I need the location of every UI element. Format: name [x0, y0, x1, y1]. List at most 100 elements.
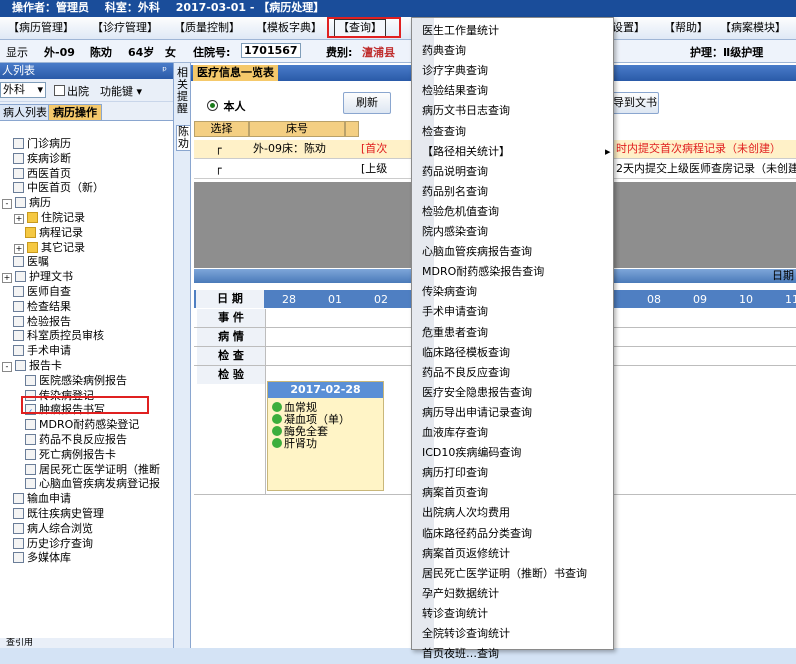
row-checkbox[interactable]: ┌	[215, 140, 222, 159]
tab-related-reminder[interactable]: 相关提醒	[176, 67, 189, 115]
tree-item[interactable]: + 其它记录	[14, 241, 85, 255]
menu-item-query[interactable]: 病历导出申请记录查询	[422, 403, 532, 423]
tree-item[interactable]: - 病历	[2, 196, 51, 210]
menu-item-query[interactable]: 药品别名查询	[422, 182, 488, 202]
tree-item[interactable]: 病人综合浏览	[2, 522, 93, 536]
menu-item-query[interactable]: 病案首页查询	[422, 483, 488, 503]
document-icon	[13, 152, 24, 164]
menu-item-label: 药典查询	[422, 44, 466, 58]
expand-icon[interactable]: +	[14, 243, 24, 254]
submenu-arrow-icon: ▸	[605, 144, 611, 158]
menu-item-query[interactable]: 出院病人次均费用	[422, 503, 510, 523]
tree-item[interactable]: 疾病诊断	[2, 152, 71, 166]
tree-item[interactable]: 输血申请	[2, 492, 71, 506]
menu-case-module[interactable]: 【病案模块】	[720, 20, 786, 36]
collapse-icon[interactable]: -	[2, 199, 12, 210]
column-divider	[265, 309, 266, 494]
left-panel: 人列表 ᵖ 外科 ▾ 出院 功能键 ▾ 病人列表 病历操作 门诊病历 疾病诊断 西医首…	[0, 63, 174, 648]
tree-item[interactable]: 历史诊疗查询	[2, 537, 93, 551]
menu-item-query[interactable]: 病历打印查询	[422, 463, 488, 483]
tree-item[interactable]: 门诊病历	[2, 137, 71, 151]
tree-item[interactable]: - 报告卡	[2, 359, 62, 373]
menu-item-query[interactable]: 药典查询	[422, 41, 466, 61]
menu-item-query[interactable]: 检验结果查询	[422, 81, 488, 101]
tree-item[interactable]: 居民死亡医学证明（推断	[14, 463, 160, 477]
menu-item-query[interactable]: 药品不良反应查询	[422, 363, 510, 383]
document-icon	[13, 508, 24, 519]
function-key-button[interactable]: 功能键 ▾	[100, 83, 142, 99]
menu-item-query[interactable]: 心脑血管疾病报告查询	[422, 242, 532, 262]
tab-record-ops[interactable]: 病历操作	[48, 104, 102, 120]
discharge-checkbox[interactable]	[54, 85, 65, 96]
menu-item-query[interactable]: 诊疗字典查询	[422, 61, 488, 81]
menu-item-query[interactable]: 病历文书日志查询	[422, 101, 510, 121]
dept-select[interactable]: 外科 ▾	[0, 82, 46, 98]
menu-item-query[interactable]: MDRO耐药感染报告查询	[422, 262, 544, 282]
date-cell: 09	[693, 293, 707, 306]
tree-item[interactable]: 中医首页（新）	[2, 181, 104, 195]
tree-item[interactable]: 手术申请	[2, 344, 71, 358]
tree-item[interactable]: 医师自查	[2, 285, 71, 299]
status-dot-icon	[272, 438, 282, 448]
tree-item[interactable]: 医嘱	[2, 255, 49, 269]
tree-item[interactable]: 检验报告	[2, 315, 71, 329]
self-radio[interactable]: 本人	[207, 98, 246, 114]
tree-item[interactable]: 死亡病例报告卡	[14, 448, 116, 462]
menu-template-dict[interactable]: 【模板字典】	[256, 20, 322, 36]
main-title[interactable]: 医疗信息一览表	[193, 65, 278, 81]
menu-item-query[interactable]: 首页夜班…查询	[422, 644, 499, 664]
menu-item-query[interactable]: 危重患者查询	[422, 323, 488, 343]
row-checkbox[interactable]: ┌	[215, 160, 222, 179]
inpatient-number: 1701567	[241, 43, 301, 58]
menu-item-query[interactable]: 检查查询	[422, 122, 466, 142]
pin-icon[interactable]: ᵖ	[162, 63, 167, 79]
tree-item[interactable]: 药品不良反应报告	[14, 433, 127, 447]
tree-item[interactable]: 西医首页	[2, 167, 71, 181]
menu-item-query[interactable]: 医生工作量统计	[422, 21, 499, 41]
menu-item-query[interactable]: 病案首页返修统计	[422, 544, 510, 564]
tree-item[interactable]: 科室质控员审核	[2, 329, 104, 343]
expand-icon[interactable]: +	[14, 214, 24, 224]
collapse-icon[interactable]: -	[2, 362, 12, 372]
menu-quality-control[interactable]: 【质量控制】	[174, 20, 240, 36]
refresh-button[interactable]: 刷新	[343, 92, 391, 114]
menu-settings[interactable]: 设置】	[612, 20, 645, 36]
lab-card[interactable]: 2017-02-28 血常规 凝血项（单） 酶免全套 肝肾功	[267, 381, 384, 491]
export-to-doc-button[interactable]: 导到文书	[612, 92, 659, 114]
menu-help[interactable]: 【帮助】	[664, 20, 708, 36]
expand-icon[interactable]: +	[2, 273, 12, 284]
tree-item-label: 死亡病例报告卡	[39, 447, 116, 461]
tree-item[interactable]: 检查结果	[2, 300, 71, 314]
menu-item-query[interactable]: 临床路径模板查询	[422, 343, 510, 363]
menu-item-query[interactable]: 传染病查询	[422, 282, 477, 302]
menu-record-manage[interactable]: 【病历管理】	[8, 20, 74, 36]
menu-diagnosis-manage[interactable]: 【诊疗管理】	[92, 20, 158, 36]
menu-item-query[interactable]: ICD10疾病编码查询	[422, 443, 521, 463]
menu-item-query[interactable]: 血液库存查询	[422, 423, 488, 443]
tree-item[interactable]: 多媒体库	[2, 551, 71, 565]
menu-item-query[interactable]: 手术申请查询	[422, 302, 488, 322]
tab-patient-list[interactable]: 病人列表	[0, 104, 52, 120]
menu-item-query[interactable]: 院内感染查询	[422, 222, 488, 242]
tree-item[interactable]: 心脑血管疾病发病登记报	[14, 477, 160, 491]
tree-item[interactable]: 医院感染病例报告	[14, 374, 127, 388]
display-toggle[interactable]: 显示	[6, 44, 28, 60]
lab-item[interactable]: 肝肾功	[272, 438, 383, 450]
menu-item-query[interactable]: 药品说明查询	[422, 162, 488, 182]
tree-item[interactable]: 病程记录	[14, 226, 83, 240]
menu-item-label: 病历打印查询	[422, 466, 488, 480]
menu-item-query[interactable]: 全院转诊查询统计	[422, 624, 510, 644]
menu-item-query[interactable]: 【路径相关统计】 ▸	[422, 142, 611, 162]
menu-item-query[interactable]: 居民死亡医学证明（推断）书查询	[422, 564, 587, 584]
tree-item[interactable]: MDRO耐药感染登记	[14, 418, 139, 432]
menu-item-query[interactable]: 转诊查询统计	[422, 604, 488, 624]
tree-item[interactable]: + 住院记录	[14, 211, 85, 225]
tab-patient[interactable]: 陈劝	[176, 125, 191, 151]
menu-item-query[interactable]: 临床路径药品分类查询	[422, 524, 532, 544]
menu-item-query[interactable]: 检验危机值查询	[422, 202, 499, 222]
tree-item[interactable]: 既往疾病史管理	[2, 507, 104, 521]
nursing-level: 护理：Ⅱ级护理	[690, 46, 764, 59]
menu-item-query[interactable]: 孕产妇数据统计	[422, 584, 499, 604]
tree-item[interactable]: + 护理文书	[2, 270, 73, 284]
menu-item-query[interactable]: 医疗安全隐患报告查询	[422, 383, 532, 403]
